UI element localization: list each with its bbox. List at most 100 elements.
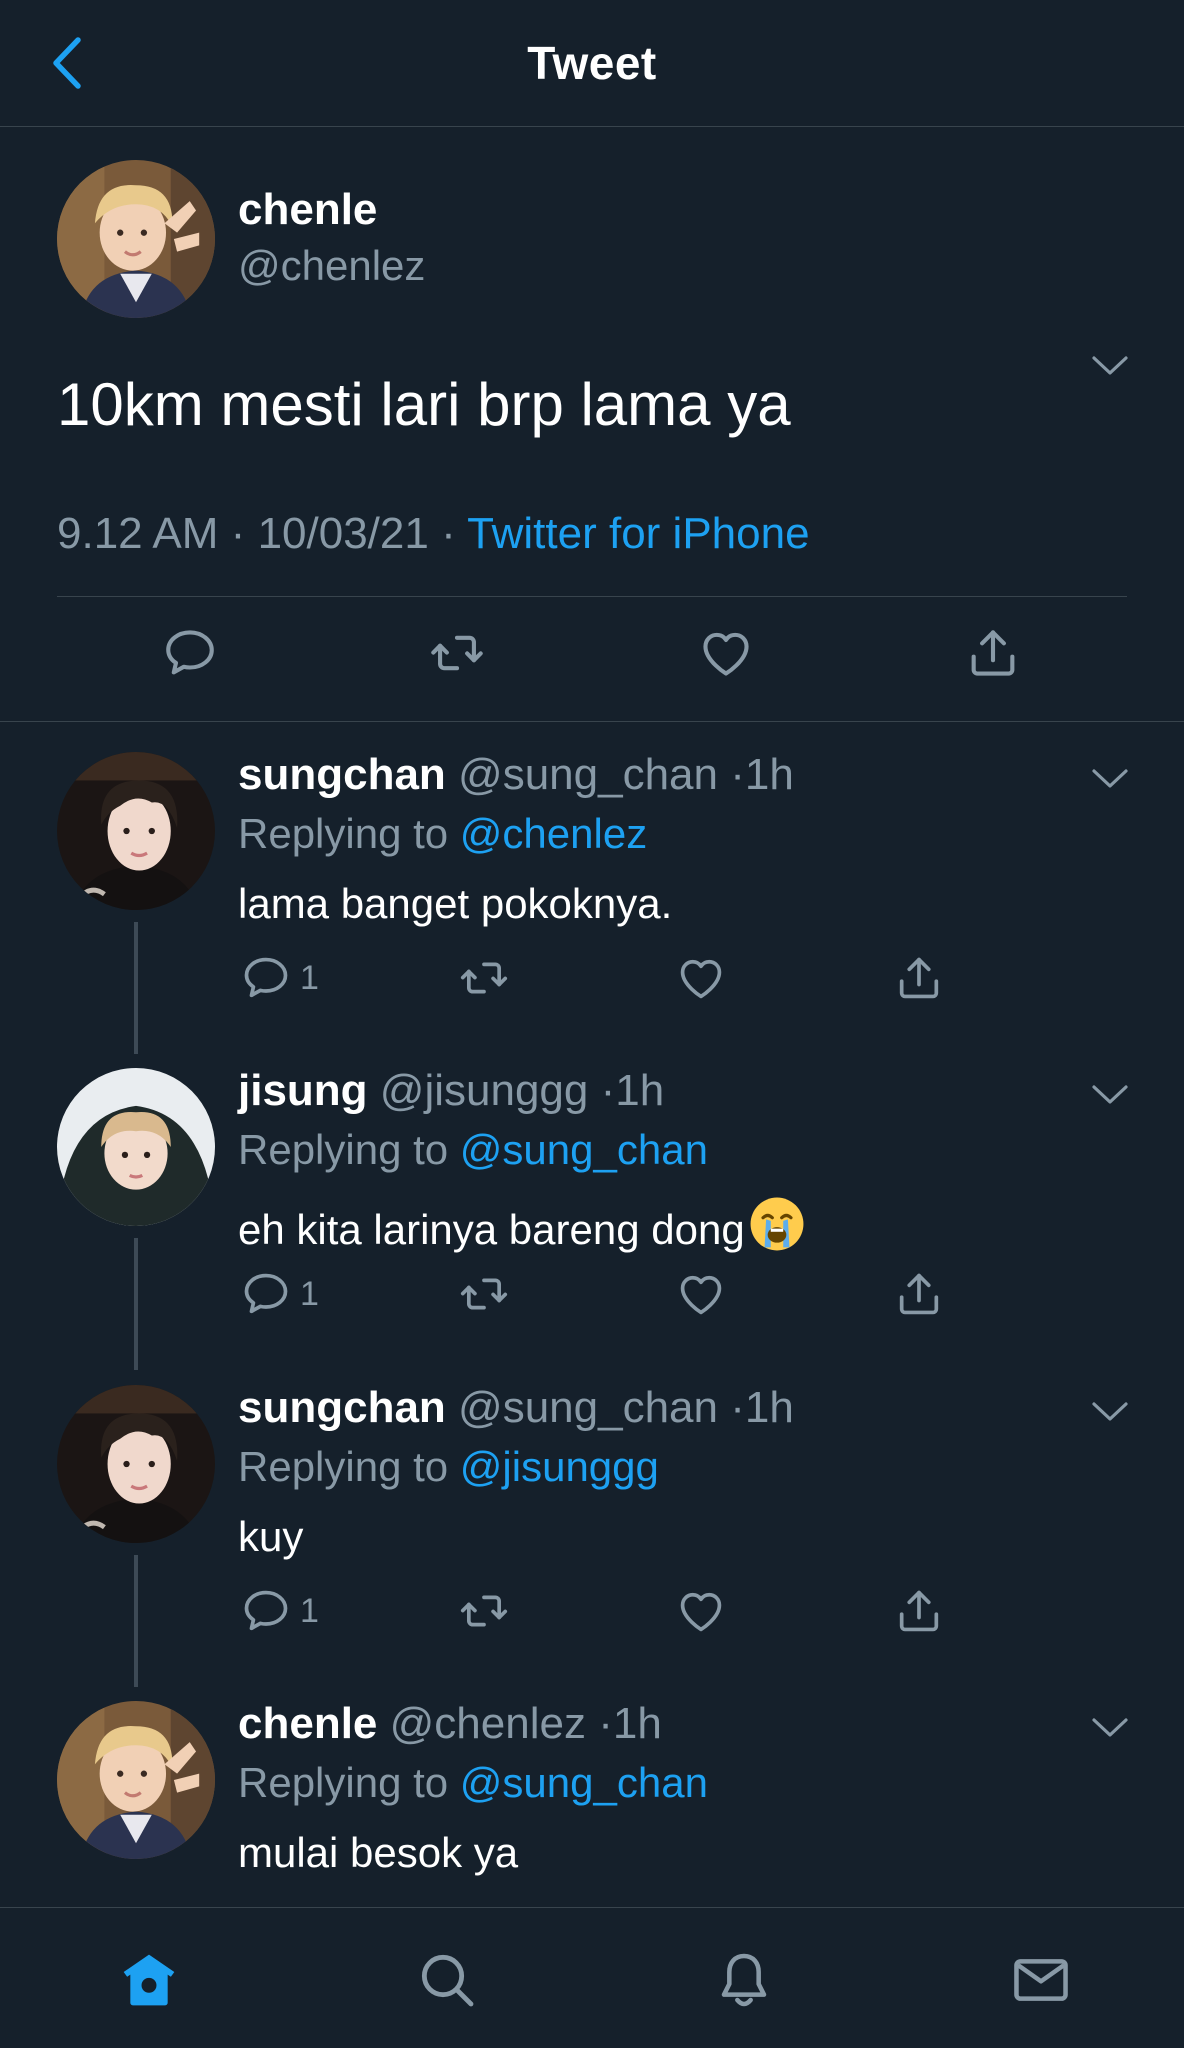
reply-text: kuy bbox=[238, 1513, 304, 1560]
chevron-down-icon bbox=[1090, 1715, 1130, 1741]
meta-separator: · bbox=[230, 509, 258, 558]
replying-to: Replying to @jisunggg bbox=[238, 1443, 659, 1491]
top-bar: Tweet bbox=[0, 0, 1184, 127]
mention-link[interactable]: @sung_chan bbox=[460, 1759, 708, 1806]
reply-text: mulai besok ya bbox=[238, 1829, 519, 1876]
like-button[interactable] bbox=[675, 1585, 727, 1637]
reply-tweet[interactable]: chenle @chenlez ·1h Replying to @sung_ch… bbox=[0, 1671, 1184, 1907]
like-button[interactable] bbox=[697, 624, 755, 682]
reply-tweet[interactable]: sungchan @sung_chan ·1h Replying to @jis… bbox=[0, 1355, 1184, 1687]
avatar[interactable] bbox=[57, 160, 215, 318]
replying-label: Replying to bbox=[238, 1443, 449, 1490]
tweet-options-button[interactable] bbox=[1090, 353, 1130, 379]
reply-icon bbox=[240, 952, 292, 1004]
author-name[interactable]: sungchan bbox=[238, 1383, 446, 1432]
reply-icon bbox=[161, 624, 219, 682]
tab-messages[interactable] bbox=[1009, 1948, 1073, 2012]
like-icon bbox=[697, 624, 755, 682]
replying-to: Replying to @sung_chan bbox=[238, 1759, 708, 1807]
avatar[interactable] bbox=[57, 1385, 215, 1543]
retweet-icon bbox=[458, 952, 510, 1004]
author-name[interactable]: chenle bbox=[238, 1699, 377, 1748]
tweet-time: 9.12 AM bbox=[57, 509, 219, 558]
tweet-text: 10km mesti lari brp lama ya bbox=[57, 371, 791, 438]
share-icon bbox=[964, 624, 1022, 682]
share-button[interactable] bbox=[893, 952, 945, 1004]
tweet-options-button[interactable] bbox=[1090, 1082, 1130, 1108]
tab-search[interactable] bbox=[415, 1948, 479, 2012]
reply-tweet[interactable]: jisung @jisunggg ·1h Replying to @sung_c… bbox=[0, 1038, 1184, 1370]
share-button[interactable] bbox=[964, 624, 1022, 682]
retweet-button[interactable] bbox=[458, 952, 510, 1004]
search-icon bbox=[421, 1954, 474, 2007]
replying-label: Replying to bbox=[238, 1126, 449, 1173]
chevron-down-icon bbox=[1090, 766, 1130, 792]
replying-label: Replying to bbox=[238, 810, 449, 857]
tweet-options-button[interactable] bbox=[1090, 1715, 1130, 1741]
reply-actions: 1 bbox=[0, 1585, 1184, 1645]
chevron-down-icon bbox=[1090, 353, 1130, 379]
retweet-button[interactable] bbox=[428, 624, 486, 682]
share-button[interactable] bbox=[893, 1268, 945, 1320]
home-icon bbox=[123, 1954, 175, 2006]
reply-header: sungchan @sung_chan ·1h bbox=[238, 750, 794, 800]
replying-label: Replying to bbox=[238, 1759, 449, 1806]
reply-actions: 1 bbox=[0, 952, 1184, 1012]
meta-separator: · bbox=[441, 509, 468, 558]
page-title: Tweet bbox=[527, 37, 657, 89]
like-icon bbox=[675, 952, 727, 1004]
reply-button[interactable] bbox=[161, 624, 219, 682]
like-button[interactable] bbox=[675, 1268, 727, 1320]
author-handle[interactable]: @sung_chan bbox=[458, 1383, 718, 1432]
reply-time: 1h bbox=[744, 1383, 794, 1432]
tweet-options-button[interactable] bbox=[1090, 1399, 1130, 1425]
author-handle[interactable]: @chenlez bbox=[390, 1699, 586, 1748]
mention-link[interactable]: @jisunggg bbox=[460, 1443, 659, 1490]
tweet-actions bbox=[0, 624, 1184, 692]
retweet-icon bbox=[458, 1268, 510, 1320]
reply-time: 1h bbox=[612, 1699, 662, 1748]
reply-button[interactable]: 1 bbox=[240, 1268, 319, 1320]
like-button[interactable] bbox=[675, 952, 727, 1004]
chevron-down-icon bbox=[1090, 1082, 1130, 1108]
reply-header: chenle @chenlez ·1h bbox=[238, 1699, 662, 1749]
mail-icon bbox=[1014, 1959, 1068, 2001]
tweet-date: 10/03/21 bbox=[257, 509, 429, 558]
share-icon bbox=[893, 952, 945, 1004]
reply-header: jisung @jisunggg ·1h bbox=[238, 1066, 664, 1116]
tweet-meta: 9.12 AM · 10/03/21 · Twitter for iPhone bbox=[57, 509, 810, 559]
loudly-crying-face-icon bbox=[750, 1197, 804, 1251]
bottom-tab-bar bbox=[0, 1907, 1184, 2048]
divider bbox=[57, 596, 1127, 597]
mention-link[interactable]: @sung_chan bbox=[460, 1126, 708, 1173]
avatar[interactable] bbox=[57, 752, 215, 910]
author-handle[interactable]: @jisunggg bbox=[380, 1066, 589, 1115]
reply-icon bbox=[240, 1585, 292, 1637]
mention-link[interactable]: @chenlez bbox=[460, 810, 647, 857]
retweet-button[interactable] bbox=[458, 1585, 510, 1637]
reply-actions: 1 bbox=[0, 1268, 1184, 1328]
reply-button[interactable]: 1 bbox=[240, 1585, 319, 1637]
reply-tweet[interactable]: sungchan @sung_chan ·1h Replying to @che… bbox=[0, 722, 1184, 1054]
avatar[interactable] bbox=[57, 1068, 215, 1226]
author-handle[interactable]: @sung_chan bbox=[458, 750, 718, 799]
replying-to: Replying to @chenlez bbox=[238, 810, 647, 858]
author-name[interactable]: sungchan bbox=[238, 750, 446, 799]
meta-separator: · bbox=[600, 1066, 616, 1115]
like-icon bbox=[675, 1585, 727, 1637]
avatar[interactable] bbox=[57, 1701, 215, 1859]
author-handle[interactable]: @chenlez bbox=[238, 242, 425, 290]
share-button[interactable] bbox=[893, 1585, 945, 1637]
retweet-icon bbox=[428, 624, 486, 682]
tweet-options-button[interactable] bbox=[1090, 766, 1130, 792]
share-icon bbox=[893, 1585, 945, 1637]
tab-notifications[interactable] bbox=[712, 1948, 776, 2012]
author-name[interactable]: jisung bbox=[238, 1066, 368, 1115]
retweet-button[interactable] bbox=[458, 1268, 510, 1320]
author-name[interactable]: chenle bbox=[238, 185, 377, 235]
reply-time: 1h bbox=[744, 750, 794, 799]
tweet-source-link[interactable]: Twitter for iPhone bbox=[467, 509, 809, 558]
reply-text: eh kita larinya bareng dong bbox=[238, 1206, 745, 1253]
reply-button[interactable]: 1 bbox=[240, 952, 319, 1004]
tab-home[interactable] bbox=[117, 1948, 181, 2012]
